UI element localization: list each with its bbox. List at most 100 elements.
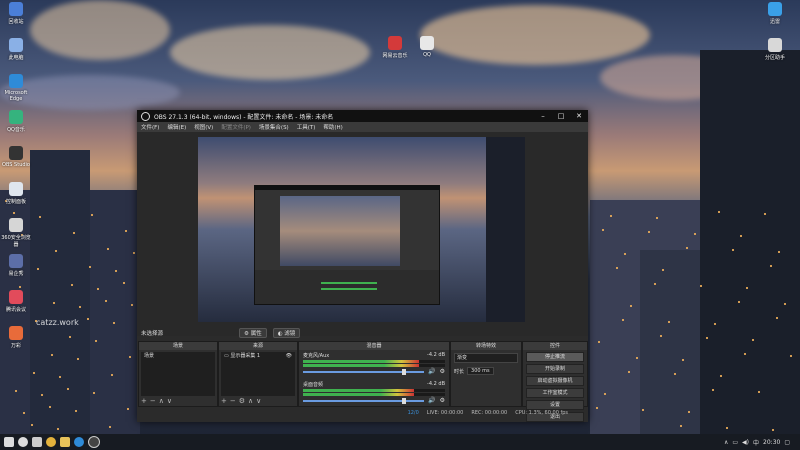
level-meter: [303, 360, 445, 363]
window-titlebar[interactable]: OBS 27.1.3 (64-bit, windows) - 配置文件: 未命名…: [137, 110, 588, 122]
speaker-icon[interactable]: 🔊: [428, 397, 435, 404]
volume-slider[interactable]: [303, 397, 425, 404]
slider-handle[interactable]: [402, 397, 407, 404]
minimize-icon[interactable]: –: [534, 112, 552, 120]
chevron-up-icon[interactable]: ∧: [724, 439, 728, 446]
scene-item[interactable]: 场景: [141, 352, 215, 360]
search-icon[interactable]: [18, 437, 28, 447]
chrome-taskbar-icon[interactable]: [46, 437, 56, 447]
meeting-icon: [9, 290, 23, 304]
speaker-icon[interactable]: 🔊: [428, 368, 435, 375]
menu-item-5[interactable]: 工具(T): [293, 123, 320, 131]
desktop-shortcut[interactable]: 万彩: [1, 326, 31, 349]
slider-handle[interactable]: [402, 368, 407, 375]
start-icon[interactable]: [4, 437, 14, 447]
sources-dock-title: 来源: [219, 342, 297, 350]
edge-taskbar-icon[interactable]: [74, 437, 84, 447]
desktop-shortcut[interactable]: 分区助手: [760, 38, 790, 61]
folder-taskbar-icon[interactable]: [60, 437, 70, 447]
desktop-shortcut[interactable]: QQ音乐: [1, 110, 31, 133]
window-title: OBS 27.1.3 (64-bit, windows) - 配置文件: 未命名…: [154, 113, 334, 121]
level-fill: [303, 389, 414, 392]
window-light: [49, 406, 51, 408]
duration-input[interactable]: 300 ms: [467, 367, 494, 375]
sources-list[interactable]: ▭ 显示器采集 1 👁: [221, 352, 295, 396]
eye-icon[interactable]: 👁: [286, 352, 292, 360]
obs-taskbar-icon[interactable]: [88, 436, 100, 448]
transition-select[interactable]: 渐变: [454, 353, 518, 363]
control-button-3[interactable]: 工作室模式: [526, 388, 584, 398]
volume-icon[interactable]: ◀): [742, 439, 749, 446]
window-light: [790, 355, 792, 357]
window-light: [105, 300, 107, 302]
mixer-dock-title: 混音器: [299, 342, 449, 350]
control-button-1[interactable]: 开始录制: [526, 364, 584, 374]
desktop-shortcut[interactable]: 易企秀: [1, 254, 31, 277]
program-preview[interactable]: [198, 137, 525, 322]
window-light: [610, 215, 612, 217]
menu-item-6[interactable]: 帮助(H): [319, 123, 346, 131]
window-light: [598, 341, 600, 343]
menu-item-0[interactable]: 文件(F): [137, 123, 163, 131]
desktop-shortcut[interactable]: Microsoft Edge: [1, 74, 31, 102]
controls-dock-title: 控件: [523, 342, 587, 350]
control-button-0[interactable]: 停止推流: [526, 352, 584, 362]
mixer-channel: 桌面音频 -4.2 dB 🔊 ⚙: [299, 381, 449, 404]
menu-item-3[interactable]: 配置文件(P): [217, 123, 255, 131]
window-light: [624, 253, 626, 255]
desktop-shortcut[interactable]: 回收站: [1, 2, 31, 25]
window-light: [113, 322, 115, 324]
scenes-toolbar[interactable]: +−∧∨: [141, 397, 175, 405]
taskbar: ∧ ▭ ◀) 中 20:30 ▢: [0, 434, 800, 450]
desktop-shortcut-label: 万彩: [10, 343, 21, 349]
cpu-status: CPU: 1.3%, 60.00 fps: [515, 410, 568, 416]
music-icon: [9, 110, 23, 124]
properties-button[interactable]: ⚙ 属性: [239, 327, 267, 338]
window-light: [55, 250, 57, 252]
window-light: [95, 340, 97, 342]
gear-icon[interactable]: ⚙: [440, 397, 445, 404]
window-light: [115, 270, 117, 272]
window-light: [712, 389, 714, 391]
window-light: [596, 407, 598, 409]
network-icon[interactable]: ▭: [732, 439, 738, 446]
desktop-shortcut[interactable]: OBS Studio: [1, 146, 31, 168]
volume-slider[interactable]: [303, 368, 425, 375]
desktop-shortcut[interactable]: 控制面板: [1, 182, 31, 205]
status-bar: 12/0 LIVE: 00:00:00 REC: 00:00:00 CPU: 1…: [137, 407, 588, 419]
desktop-shortcut[interactable]: 此电脑: [1, 38, 31, 61]
sources-toolbar[interactable]: +−⚙∧∨: [221, 397, 264, 405]
clock[interactable]: 20:30: [763, 439, 780, 446]
close-icon[interactable]: ✕: [570, 112, 588, 120]
window-light: [674, 373, 676, 375]
desktop-shortcut[interactable]: 360安全浏览器: [1, 218, 31, 248]
window-light: [77, 358, 79, 360]
window-light: [67, 388, 69, 390]
window-light: [79, 306, 81, 308]
filters-button[interactable]: ◐ 滤镜: [272, 327, 301, 338]
desktop-shortcut[interactable]: 迅雷: [760, 2, 790, 25]
window-light: [109, 426, 111, 428]
window-light: [107, 248, 109, 250]
control-button-2[interactable]: 启动虚拟摄像机: [526, 376, 584, 386]
window-light: [39, 216, 41, 218]
scenes-list[interactable]: 场景: [141, 352, 215, 396]
source-item[interactable]: ▭ 显示器采集 1 👁: [221, 352, 295, 360]
window-light: [602, 229, 604, 231]
menu-item-4[interactable]: 场景集合(S): [255, 123, 293, 131]
window-light: [764, 213, 766, 215]
obs-window: OBS 27.1.3 (64-bit, windows) - 配置文件: 未命名…: [137, 110, 588, 422]
notification-icon[interactable]: ▢: [784, 439, 790, 446]
transitions-dock-title: 转场特效: [451, 342, 521, 350]
maximize-icon[interactable]: □: [552, 112, 570, 120]
desktop-shortcut[interactable]: 网易云音乐: [380, 36, 410, 59]
menu-item-1[interactable]: 编辑(E): [163, 123, 190, 131]
language-indicator[interactable]: 中: [753, 438, 759, 447]
menu-item-2[interactable]: 视图(V): [190, 123, 217, 131]
task-view-icon[interactable]: [32, 437, 42, 447]
window-light: [111, 374, 113, 376]
channel-name: 麦克风/Aux: [303, 353, 330, 359]
desktop-shortcut[interactable]: 腾讯会议: [1, 290, 31, 313]
desktop-shortcut[interactable]: QQ: [412, 36, 442, 58]
gear-icon[interactable]: ⚙: [440, 368, 445, 375]
